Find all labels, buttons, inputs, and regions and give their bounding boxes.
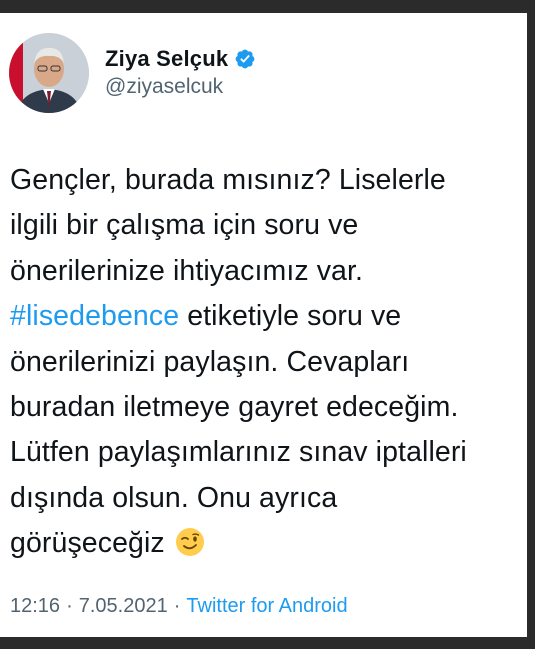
tweet-line: ilgili bir çalışma için soru ve	[10, 209, 359, 242]
tweet-line: Gençler, burada mısınız? Liselerle	[10, 164, 446, 196]
author-block: Ziya Selçuk @ziyaselcuk	[105, 46, 256, 99]
meta-separator: ·	[66, 595, 73, 617]
tweet-line: görüşeceğiz	[10, 527, 165, 560]
tweet-time[interactable]: 12:16	[10, 595, 60, 617]
avatar[interactable]	[9, 33, 89, 113]
tweet-line: dışında olsun. Onu ayrıca	[10, 481, 338, 514]
winking-face-icon	[175, 526, 205, 557]
tweet-line: Lütfen paylaşımlarınız sınav iptalleri	[10, 436, 467, 469]
tweet-line: buradan iletmeye gayret edeceğim.	[10, 391, 459, 424]
tweet-line: etiketiyle soru ve	[179, 300, 402, 333]
tweet-date[interactable]: 7.05.2021	[79, 595, 168, 617]
author-name-row: Ziya Selçuk	[105, 46, 256, 72]
tweet-line: önerilerinize ihtiyacımız var.	[10, 254, 364, 287]
tweet-meta: 12:16 · 7.05.2021 · Twitter for Android	[10, 595, 348, 618]
tweet-source-link[interactable]: Twitter for Android	[186, 595, 347, 617]
author-name[interactable]: Ziya Selçuk	[105, 46, 228, 72]
tweet-card: Ziya Selçuk @ziyaselcuk Gençler, burada …	[0, 13, 527, 637]
tweet-line: önerilerinizi paylaşın. Cevapları	[10, 345, 410, 378]
meta-separator: ·	[173, 595, 181, 617]
author-handle[interactable]: @ziyaselcuk	[105, 75, 256, 99]
tweet-text: Gençler, burada mısınız? Liselerle ilgil…	[10, 158, 525, 567]
avatar-image	[9, 33, 89, 113]
tweet-header: Ziya Selçuk @ziyaselcuk	[9, 33, 509, 113]
verified-badge-icon	[234, 48, 256, 70]
hashtag-link[interactable]: #lisedebence	[10, 300, 179, 332]
